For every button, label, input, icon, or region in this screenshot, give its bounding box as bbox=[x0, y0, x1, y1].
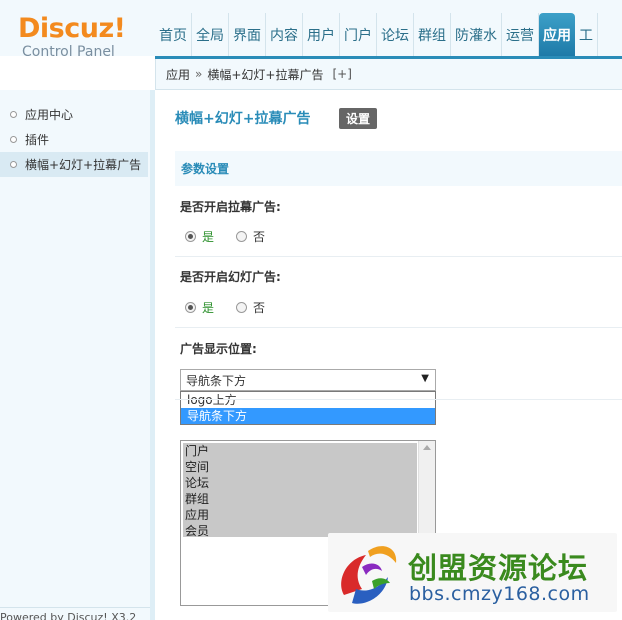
list-option-forum[interactable]: 论坛 bbox=[183, 475, 417, 491]
nav-item-antispam[interactable]: 防灌水 bbox=[451, 13, 502, 56]
watermark-title: 创盟资源论坛 bbox=[408, 551, 589, 585]
radio-label-no: 否 bbox=[253, 230, 266, 244]
bullet-icon bbox=[10, 111, 17, 118]
chevron-down-icon: ▼ bbox=[421, 373, 429, 384]
bullet-icon bbox=[10, 136, 17, 143]
ad-position-select[interactable]: 导航条下方 ▼ bbox=[180, 369, 436, 391]
nav-item-forum[interactable]: 论坛 bbox=[377, 13, 414, 56]
breadcrumb: 应用 » 横幅+幻灯+拉幕广告 [+] bbox=[155, 59, 622, 90]
nav-item-portal[interactable]: 门户 bbox=[340, 13, 377, 56]
curtain-ad-label: 是否开启拉幕广告: bbox=[180, 200, 281, 214]
logo-sub: Control Panel bbox=[22, 44, 115, 60]
sidebar-item-banner-ads[interactable]: 横幅+幻灯+拉幕广告 bbox=[0, 152, 148, 177]
sidebar-item-label: 插件 bbox=[25, 133, 50, 147]
logo[interactable]: Discuz! Control Panel bbox=[18, 13, 126, 61]
slideshow-ad-label: 是否开启幻灯广告: bbox=[180, 270, 281, 284]
dropdown-option-logo-above[interactable]: logo上方 bbox=[181, 392, 435, 408]
nav-item-app[interactable]: 应用 bbox=[539, 13, 575, 56]
breadcrumb-current: 横幅+幻灯+拉幕广告 bbox=[207, 67, 324, 82]
slideshow-ad-no-radio[interactable] bbox=[236, 302, 248, 313]
dropdown-option-below-nav[interactable]: 导航条下方 bbox=[181, 408, 435, 424]
nav-item-content[interactable]: 内容 bbox=[266, 13, 303, 56]
listbox-selection: 门户 空间 论坛 群组 应用 会员 bbox=[183, 443, 417, 538]
logo-main: Discuz! bbox=[18, 13, 126, 44]
list-option-group[interactable]: 群组 bbox=[183, 491, 417, 507]
nav-item-group[interactable]: 群组 bbox=[414, 13, 451, 56]
slideshow-ad-radio-group: 是 否 bbox=[185, 299, 265, 316]
add-favorite-button[interactable]: [+] bbox=[332, 67, 351, 81]
powered-by: Powered by Discuz! X3.2 bbox=[0, 607, 150, 620]
nav-item-home[interactable]: 首页 bbox=[155, 13, 192, 56]
sidebar-item-app-center[interactable]: 应用中心 bbox=[0, 102, 150, 127]
nav-item-user[interactable]: 用户 bbox=[303, 13, 340, 56]
top-nav: 首页 全局 界面 内容 用户 门户 论坛 群组 防灌水 运营 应用 工 bbox=[155, 13, 598, 56]
watermark-url: bbs.cmzy168.com bbox=[409, 583, 590, 605]
sidebar-item-plugins[interactable]: 插件 bbox=[0, 127, 150, 152]
header: Discuz! Control Panel 首页 全局 界面 内容 用户 门户 … bbox=[0, 0, 622, 60]
divider bbox=[175, 399, 622, 400]
nav-item-operation[interactable]: 运营 bbox=[502, 13, 539, 56]
bullet-icon bbox=[10, 161, 17, 168]
sidebar-item-label: 横幅+幻灯+拉幕广告 bbox=[25, 158, 142, 172]
radio-label-yes: 是 bbox=[202, 301, 215, 315]
radio-label-yes: 是 bbox=[202, 230, 215, 244]
list-option-portal[interactable]: 门户 bbox=[183, 443, 417, 459]
ad-position-label: 广告显示位置: bbox=[180, 342, 257, 356]
sidebar: 应用中心 插件 横幅+幻灯+拉幕广告 Powered by Discuz! X3… bbox=[0, 90, 155, 620]
curtain-ad-yes-radio[interactable] bbox=[185, 231, 196, 242]
slideshow-ad-yes-radio[interactable] bbox=[185, 302, 196, 313]
list-option-space[interactable]: 空间 bbox=[183, 459, 417, 475]
nav-item-tools[interactable]: 工 bbox=[575, 13, 598, 56]
section-header: 参数设置 bbox=[175, 151, 622, 186]
sidebar-item-label: 应用中心 bbox=[25, 108, 74, 122]
curtain-ad-radio-group: 是 否 bbox=[185, 228, 265, 245]
ad-position-selected-value: 导航条下方 bbox=[186, 373, 247, 388]
breadcrumb-separator: » bbox=[195, 67, 203, 81]
ad-position-dropdown: logo上方 导航条下方 bbox=[180, 391, 436, 425]
curtain-ad-no-radio[interactable] bbox=[236, 231, 248, 242]
page-title: 横幅+幻灯+拉幕广告 bbox=[175, 111, 311, 127]
divider bbox=[175, 327, 622, 328]
nav-item-global[interactable]: 全局 bbox=[192, 13, 229, 56]
list-option-app[interactable]: 应用 bbox=[183, 507, 417, 523]
settings-button[interactable]: 设置 bbox=[339, 108, 378, 129]
breadcrumb-root[interactable]: 应用 bbox=[166, 66, 190, 83]
scroll-up-arrow-icon[interactable] bbox=[423, 445, 431, 450]
radio-label-no: 否 bbox=[253, 301, 266, 315]
watermark-logo-icon bbox=[341, 546, 397, 604]
nav-item-style[interactable]: 界面 bbox=[229, 13, 266, 56]
watermark: 创盟资源论坛 bbs.cmzy168.com bbox=[328, 533, 617, 612]
divider bbox=[175, 256, 622, 257]
